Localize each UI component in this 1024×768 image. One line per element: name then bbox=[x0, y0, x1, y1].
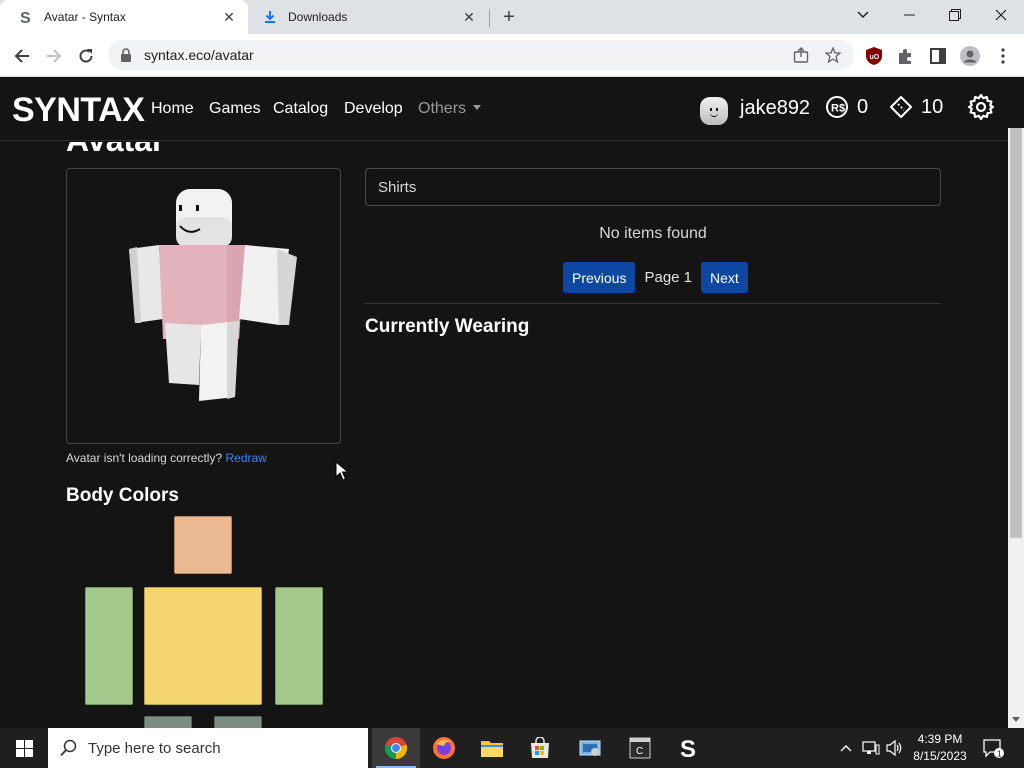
reload-button[interactable] bbox=[72, 42, 100, 70]
close-tab-icon[interactable]: ✕ bbox=[460, 8, 478, 26]
share-icon[interactable] bbox=[792, 46, 810, 64]
redraw-link[interactable]: Redraw bbox=[225, 451, 266, 465]
tab-title: Avatar - Syntax bbox=[44, 10, 126, 24]
avatar-preview bbox=[66, 168, 341, 444]
mouse-cursor-icon bbox=[335, 460, 350, 481]
tix-amount: 10 bbox=[921, 95, 944, 118]
tab-avatar-syntax[interactable]: S Avatar - Syntax ✕ bbox=[0, 0, 248, 34]
close-tab-icon[interactable]: ✕ bbox=[220, 8, 238, 26]
address-bar[interactable]: syntax.eco/avatar bbox=[108, 40, 854, 70]
next-button[interactable]: Next bbox=[701, 262, 748, 293]
extensions-puzzle-icon[interactable] bbox=[896, 46, 916, 66]
scroll-down-arrow-icon[interactable] bbox=[1011, 714, 1021, 724]
no-items-message: No items found bbox=[599, 225, 707, 242]
syntax-taskbar-icon[interactable]: S bbox=[664, 728, 712, 768]
close-window-button[interactable] bbox=[978, 0, 1024, 30]
help-message: Avatar isn't loading correctly? bbox=[66, 451, 226, 465]
lock-icon bbox=[120, 48, 134, 62]
robux-amount: 0 bbox=[857, 95, 869, 118]
show-hidden-icons-chevron-icon[interactable] bbox=[836, 728, 856, 768]
windows-start-icon[interactable] bbox=[0, 728, 48, 768]
left-leg-color-swatch[interactable] bbox=[144, 716, 192, 728]
tix-balance[interactable]: 10 bbox=[889, 95, 943, 119]
username-link[interactable]: jake892 bbox=[740, 97, 810, 120]
clock-time: 4:39 PM bbox=[917, 732, 963, 746]
windows-taskbar: Type here to search C S 4:39 PM 8/15/202… bbox=[0, 728, 1024, 768]
ticket-icon bbox=[889, 95, 913, 119]
tab-separator bbox=[489, 9, 490, 27]
url-text: syntax.eco/avatar bbox=[144, 47, 254, 63]
side-panel-icon[interactable] bbox=[928, 46, 948, 66]
right-leg-color-swatch[interactable] bbox=[214, 716, 262, 728]
nav-develop[interactable]: Develop bbox=[344, 100, 403, 118]
browser-toolbar: syntax.eco/avatar uO bbox=[0, 34, 1024, 77]
user-avatar-thumbnail[interactable] bbox=[700, 97, 728, 125]
svg-text:uO: uO bbox=[870, 54, 880, 61]
robux-icon: R$ bbox=[825, 95, 849, 119]
left-arm-color-swatch[interactable] bbox=[85, 587, 133, 705]
tab-search-chevron-icon[interactable] bbox=[840, 0, 886, 30]
caret-down-icon bbox=[473, 104, 482, 110]
nav-others-label: Others bbox=[418, 100, 467, 117]
search-placeholder: Type here to search bbox=[88, 739, 221, 757]
game-window-taskbar-icon[interactable]: C bbox=[616, 728, 664, 768]
nav-others-dropdown[interactable]: Others bbox=[418, 100, 482, 118]
right-arm-color-swatch[interactable] bbox=[275, 587, 323, 705]
syntax-favicon-icon: S bbox=[18, 9, 34, 25]
chrome-menu-icon[interactable] bbox=[993, 46, 1013, 66]
volume-icon[interactable] bbox=[884, 728, 906, 768]
download-icon bbox=[262, 9, 278, 25]
new-tab-button[interactable]: + bbox=[498, 6, 520, 28]
svg-text:S: S bbox=[20, 10, 31, 25]
taskbar-clock[interactable]: 4:39 PM 8/15/2023 bbox=[908, 731, 972, 765]
forward-button[interactable] bbox=[40, 42, 68, 70]
restore-button[interactable] bbox=[932, 0, 978, 30]
chrome-taskbar-icon[interactable] bbox=[372, 728, 420, 768]
taskbar-search-box[interactable]: Type here to search bbox=[48, 728, 368, 768]
svg-text:C: C bbox=[636, 746, 643, 757]
nav-home[interactable]: Home bbox=[151, 100, 194, 118]
browser-tab-strip: S Avatar - Syntax ✕ Downloads ✕ + bbox=[0, 0, 1024, 34]
section-divider bbox=[365, 303, 941, 304]
minimize-button[interactable] bbox=[886, 0, 932, 30]
control-panel-taskbar-icon[interactable] bbox=[566, 728, 614, 768]
page-content: Avatar Avatar isn't loading bbox=[0, 142, 1008, 728]
back-button[interactable] bbox=[8, 42, 36, 70]
search-icon bbox=[60, 739, 78, 757]
profile-icon[interactable] bbox=[960, 46, 980, 66]
tab-title: Downloads bbox=[288, 10, 348, 24]
avatar-render bbox=[129, 189, 297, 401]
robux-balance[interactable]: R$ 0 bbox=[825, 95, 868, 119]
item-type-select[interactable]: Shirts bbox=[365, 168, 941, 206]
currently-wearing-title: Currently Wearing bbox=[365, 316, 530, 337]
body-colors-title: Body Colors bbox=[66, 485, 179, 506]
settings-gear-icon[interactable] bbox=[967, 93, 995, 121]
pagination: Previous Page 1 Next bbox=[563, 262, 748, 293]
nav-catalog[interactable]: Catalog bbox=[273, 100, 328, 118]
tab-downloads[interactable]: Downloads ✕ bbox=[252, 0, 488, 34]
nav-games[interactable]: Games bbox=[209, 100, 261, 118]
site-navbar: SYNTAX Home Games Catalog Develop Others bbox=[0, 77, 1024, 141]
svg-text:S: S bbox=[680, 736, 696, 760]
avatar-help-text: Avatar isn't loading correctly? Redraw bbox=[66, 451, 267, 465]
notification-count: 1 bbox=[997, 750, 1002, 759]
page-title: Avatar bbox=[66, 142, 164, 159]
head-color-swatch[interactable] bbox=[174, 516, 232, 574]
syntax-logo[interactable]: SYNTAX bbox=[12, 91, 145, 130]
network-icon[interactable] bbox=[860, 728, 882, 768]
file-explorer-taskbar-icon[interactable] bbox=[468, 728, 516, 768]
torso-color-swatch[interactable] bbox=[144, 587, 262, 705]
svg-text:R$: R$ bbox=[831, 103, 845, 115]
firefox-taskbar-icon[interactable] bbox=[420, 728, 468, 768]
previous-button[interactable]: Previous bbox=[563, 262, 636, 293]
ublock-origin-icon[interactable]: uO bbox=[864, 46, 884, 66]
notifications-icon[interactable]: 1 bbox=[980, 728, 1006, 768]
bookmark-star-icon[interactable] bbox=[824, 46, 842, 64]
clock-date: 8/15/2023 bbox=[913, 749, 967, 763]
scroll-thumb[interactable] bbox=[1010, 128, 1022, 538]
microsoft-store-taskbar-icon[interactable] bbox=[516, 728, 564, 768]
page-indicator: Page 1 bbox=[644, 269, 693, 286]
page-scrollbar[interactable] bbox=[1008, 128, 1024, 728]
